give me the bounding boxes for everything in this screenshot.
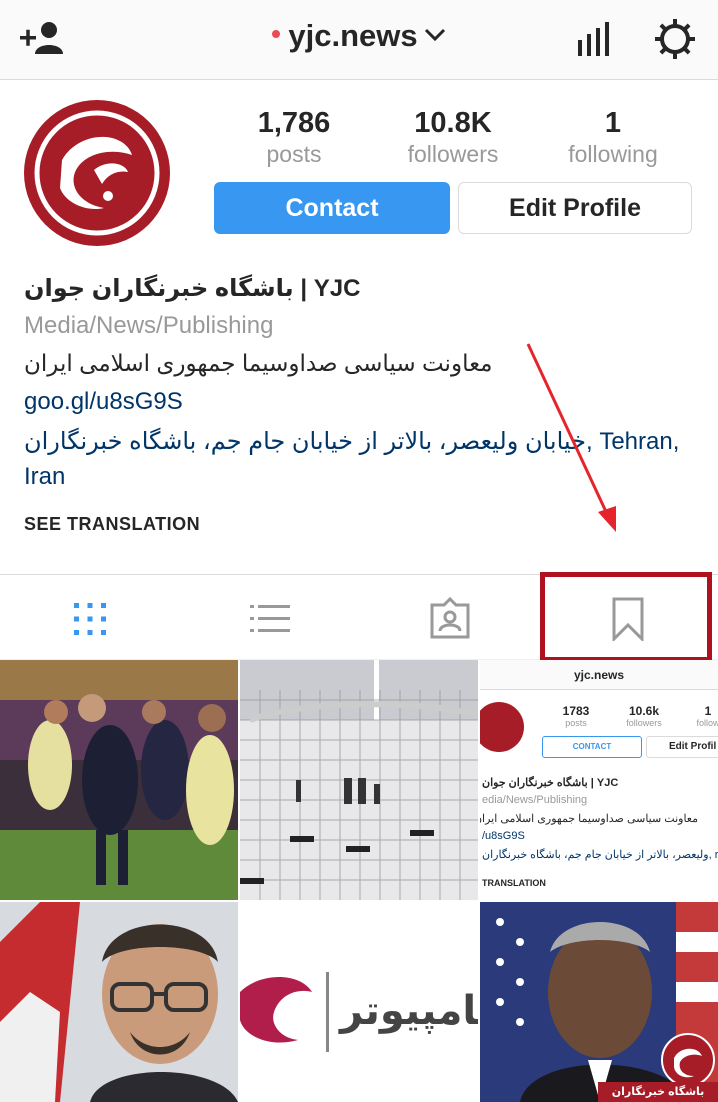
mini-following: 1 follow [696, 704, 718, 728]
watermark: باشگاه خبرنگاران [598, 1030, 718, 1102]
profile-link[interactable]: goo.gl/u8sG9S [24, 388, 183, 416]
notification-dot [272, 29, 281, 38]
following-count[interactable]: 1 following [538, 106, 688, 168]
list-icon[interactable] [248, 597, 292, 641]
following-label: following [568, 141, 658, 167]
yjc-logo [34, 110, 160, 236]
following-value: 1 [604, 107, 622, 139]
post-thumbnail[interactable] [240, 660, 478, 900]
mini-followers: 10.6k followers [626, 704, 662, 728]
username-title: yjc.news [288, 18, 418, 53]
snow-field-photo [240, 660, 478, 900]
highlight-box [540, 572, 712, 662]
profile-screenshot-thumbnail: yjc.news 1783 posts 10.6k followers 1 follo… [480, 660, 718, 900]
mini-category: edia/News/Publishing [482, 794, 588, 806]
profile-name: باشگاه خبرنگاران جوان | YJC [24, 275, 361, 302]
see-translation-link[interactable]: SEE TRANSLATION [24, 514, 200, 535]
soccer-photo [0, 660, 238, 900]
profile-description: معاونت سیاسی صداوسیما جمهوری اسلامی ایرا… [24, 350, 493, 376]
avatar[interactable] [24, 100, 170, 246]
grid-icon[interactable] [68, 597, 112, 641]
mini-location: ولیعصر، بالاتر از خیابان جام جم، باشگاه … [482, 849, 718, 861]
bar-chart-icon[interactable] [576, 22, 612, 56]
tagged-person-icon[interactable] [428, 597, 472, 641]
posts-label: posts [266, 141, 322, 167]
post-thumbnail[interactable] [0, 902, 238, 1102]
profile-category: Media/News/Publishing [24, 312, 274, 339]
mini-username: yjc.news [480, 660, 718, 690]
gear-icon[interactable] [654, 18, 696, 60]
followers-count[interactable]: 10.8K followers [378, 106, 528, 168]
mini-edit: Edit Profil [646, 736, 718, 758]
top-navigation-bar: yjc.news [0, 0, 718, 80]
post-thumbnail[interactable]: yjc.news 1783 posts 10.6k followers 1 follo… [480, 660, 718, 900]
mini-translation: TRANSLATION [482, 878, 546, 888]
posts-count[interactable]: 1,786 posts [219, 106, 369, 168]
portrait-photo [0, 902, 238, 1102]
posts-value: 1,786 [257, 107, 331, 139]
edit-profile-button[interactable]: Edit Profile [458, 182, 692, 234]
contact-button[interactable]: Contact [214, 182, 450, 234]
followers-label: followers [407, 141, 499, 167]
followers-value: 10.8K [414, 107, 492, 139]
mini-avatar [480, 702, 524, 752]
chevron-down-icon [424, 28, 445, 41]
mini-name: باشگاه خبرنگاران جوان | YJC [482, 777, 619, 789]
annotation-arrow [526, 343, 616, 532]
mini-description: معاونت سیاسی صداوسیما جمهوری اسلامی ایرا… [480, 813, 698, 825]
mini-contact: CONTACT [542, 736, 642, 758]
post-thumbnail[interactable] [0, 660, 238, 900]
mini-posts: 1783 posts [562, 704, 590, 728]
mini-link: /u8sG9S [482, 830, 525, 842]
watermark-text: باشگاه خبرنگاران [611, 1086, 705, 1098]
brand-wordmark: کامپیوتر [340, 988, 478, 1034]
post-thumbnail[interactable]: کامپیوتر [240, 902, 478, 1102]
